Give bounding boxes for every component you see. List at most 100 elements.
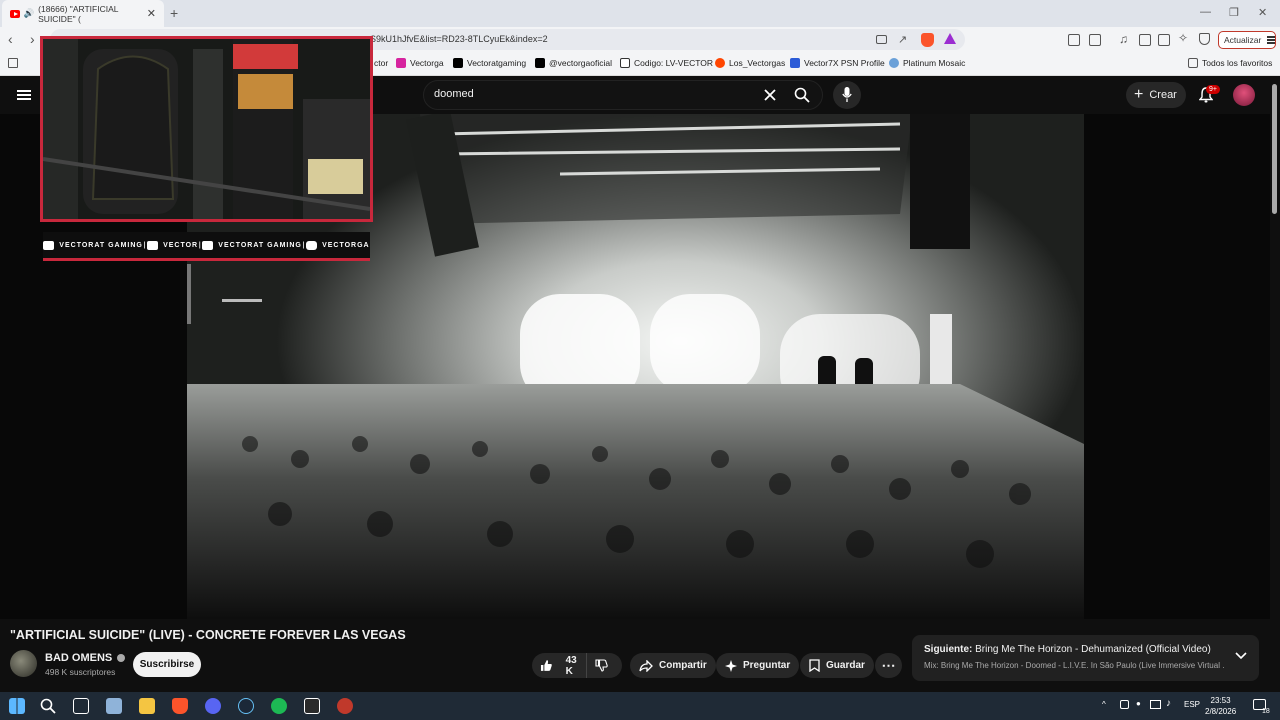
ask-button[interactable]: Preguntar xyxy=(716,653,800,678)
steam-icon[interactable] xyxy=(238,698,254,714)
clock[interactable]: 23:53 2/8/2026 xyxy=(1205,695,1236,717)
chevron-up-icon[interactable]: ^ xyxy=(1102,700,1106,709)
page-icon xyxy=(620,58,630,68)
brave-rewards-icon[interactable] xyxy=(944,33,956,44)
microphone-icon xyxy=(842,87,852,102)
psn-icon xyxy=(790,58,800,68)
more-actions-button[interactable]: ⋯ xyxy=(875,653,902,678)
webcam-feed xyxy=(43,39,370,219)
twitter-icon xyxy=(202,240,214,250)
minimize-button[interactable]: — xyxy=(1200,6,1211,18)
tray-app-icon[interactable] xyxy=(1120,700,1129,709)
bookmark-item[interactable]: Vectoratgaming xyxy=(453,58,526,68)
folder-icon xyxy=(1188,58,1198,68)
social-twitter: VECTORAT GAMING xyxy=(202,240,302,250)
page-scrollbar[interactable] xyxy=(1272,84,1277,214)
up-next-mix: Mix: Bring Me The Horizon - Doomed - L.I… xyxy=(924,661,1224,670)
video-title: "ARTIFICIAL SUICIDE" (LIVE) - CONCRETE F… xyxy=(10,628,406,642)
hamburger-menu-icon[interactable] xyxy=(17,90,31,92)
subscribe-button[interactable]: Suscribirse xyxy=(133,652,201,677)
wallet-icon[interactable] xyxy=(1089,34,1101,46)
plus-icon: + xyxy=(1134,86,1144,103)
voice-search-button[interactable] xyxy=(833,81,861,109)
split-view-icon[interactable] xyxy=(1158,34,1170,46)
extensions-icon[interactable] xyxy=(1068,34,1080,46)
new-tab-button[interactable]: + xyxy=(170,5,178,21)
instagram-icon xyxy=(396,58,406,68)
social-youtube: VECTORAT GAMING xyxy=(43,240,143,250)
browser-tab[interactable]: 🔊 (18666) "ARTIFICIAL SUICIDE" ( ✕ xyxy=(2,0,164,27)
task-view-icon[interactable] xyxy=(73,698,89,714)
bookmark-label: Codigo: LV-VECTOR xyxy=(634,58,714,68)
verified-icon xyxy=(117,654,126,662)
dislike-button[interactable] xyxy=(587,653,622,678)
share-button[interactable]: Compartir xyxy=(630,653,716,678)
network-icon[interactable] xyxy=(1150,700,1161,709)
thumbs-down-icon xyxy=(595,659,608,672)
channel-name-text: BAD OMENS xyxy=(45,652,113,664)
microphone-icon[interactable]: ● xyxy=(1136,699,1141,708)
back-button[interactable]: ‹ xyxy=(8,31,13,47)
bookmark-item[interactable]: Vector7X PSN Profile xyxy=(790,58,885,68)
obs-icon[interactable] xyxy=(337,698,353,714)
avatar[interactable] xyxy=(1233,84,1255,106)
maximize-button[interactable]: ❐ xyxy=(1229,6,1239,19)
separator: | xyxy=(302,241,306,249)
spotify-icon[interactable] xyxy=(271,698,287,714)
bookmark-item[interactable]: Vectorga xyxy=(396,58,444,68)
file-explorer-icon[interactable] xyxy=(139,698,155,714)
menu-icon xyxy=(1267,39,1275,41)
app-icon[interactable] xyxy=(106,698,122,714)
brave-shield-icon[interactable] xyxy=(921,33,934,47)
chevron-down-icon[interactable] xyxy=(1235,652,1247,660)
speaker-icon: 🔊 xyxy=(23,8,35,18)
channel-name[interactable]: BAD OMENS xyxy=(45,652,126,664)
share-label: Compartir xyxy=(659,660,707,671)
ask-label: Preguntar xyxy=(743,660,791,671)
channel-avatar[interactable] xyxy=(10,650,37,677)
close-window-button[interactable]: ✕ xyxy=(1258,6,1267,19)
update-button[interactable]: Actualizar xyxy=(1218,31,1276,49)
twitch-icon xyxy=(147,240,159,250)
media-icon[interactable]: ♫ xyxy=(1119,32,1128,46)
language-indicator[interactable]: ESP xyxy=(1184,700,1200,709)
up-next-prefix: Siguiente: xyxy=(924,644,973,655)
up-next-card[interactable]: Siguiente: Bring Me The Horizon - Dehuma… xyxy=(912,635,1259,681)
more-icon: ⋯ xyxy=(881,657,896,673)
windows-start-icon[interactable] xyxy=(9,698,25,714)
brave-browser-icon[interactable] xyxy=(172,698,188,714)
social-label: VECTORAT GAMING xyxy=(59,241,143,249)
separator: | xyxy=(198,241,202,249)
taskbar-search-icon[interactable] xyxy=(40,698,56,714)
bookmark-item[interactable]: Platinum Mosaic xyxy=(889,58,965,68)
leo-ai-icon[interactable]: ✧ xyxy=(1178,31,1188,45)
create-button[interactable]: + Crear xyxy=(1126,82,1186,108)
app-icon[interactable] xyxy=(304,698,320,714)
social-twitch: VECTOR xyxy=(147,240,198,250)
discord-icon[interactable] xyxy=(205,698,221,714)
sidebar-icon[interactable] xyxy=(1139,34,1151,46)
update-label: Actualizar xyxy=(1224,35,1262,45)
bookmark-label: Vectorga xyxy=(410,58,444,68)
apps-grid-icon[interactable] xyxy=(8,58,18,68)
volume-icon[interactable]: ♪ xyxy=(1166,698,1171,709)
stream-social-bar: VECTORAT GAMING | VECTOR | VECTORAT GAMI… xyxy=(43,232,370,261)
clear-search-icon[interactable] xyxy=(763,88,777,102)
bookmark-item[interactable]: ctor xyxy=(374,58,388,68)
share-page-icon[interactable]: ↗ xyxy=(898,33,907,46)
search-value: doomed xyxy=(434,88,474,100)
all-favorites[interactable]: Todos los favoritos xyxy=(1188,58,1272,68)
search-icon[interactable] xyxy=(794,87,810,103)
forward-button[interactable]: › xyxy=(30,31,35,47)
close-tab-icon[interactable]: ✕ xyxy=(147,7,156,20)
vpn-icon[interactable] xyxy=(1199,33,1210,45)
bookmark-item[interactable]: Los_Vectorgas xyxy=(715,58,785,68)
save-label: Guardar xyxy=(826,660,865,671)
bookmark-item[interactable]: Codigo: LV-VECTOR xyxy=(620,58,713,68)
tab-title: (18666) "ARTIFICIAL SUICIDE" ( xyxy=(38,3,119,24)
bookmark-item[interactable]: @vectorgaoficial xyxy=(535,58,612,68)
screenshot-icon[interactable] xyxy=(876,35,887,44)
save-button[interactable]: Guardar xyxy=(800,653,874,678)
like-button[interactable]: 43 K xyxy=(532,653,587,678)
sparkle-icon xyxy=(725,659,737,672)
